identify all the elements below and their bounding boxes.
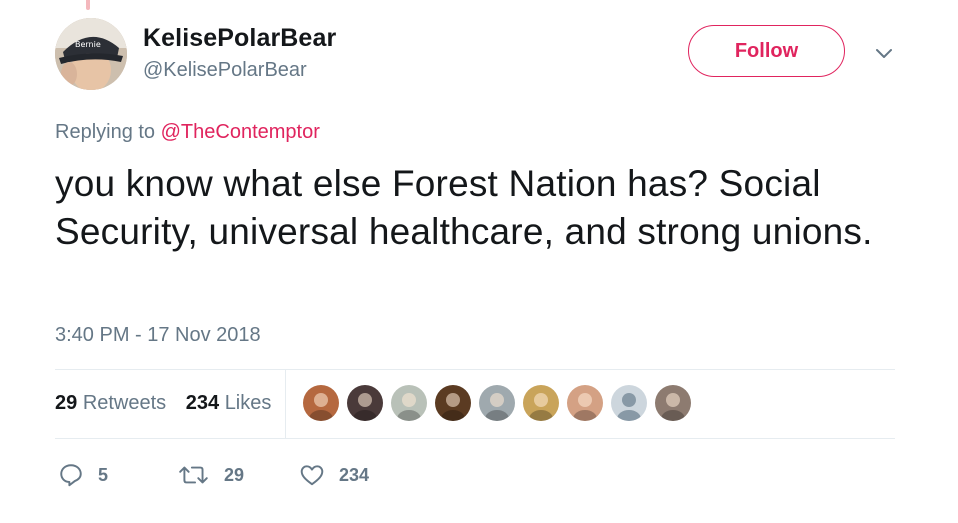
tweet-actions: 5 29 234 bbox=[58, 462, 369, 488]
tweet-stats: 29 Retweets 234 Likes bbox=[55, 392, 285, 415]
stats-divider bbox=[285, 369, 286, 438]
avatar-image: Bernie bbox=[55, 18, 127, 90]
liker-avatar[interactable] bbox=[611, 385, 647, 421]
retweets-stat[interactable]: 29 Retweets bbox=[55, 392, 166, 415]
follow-button[interactable]: Follow bbox=[688, 25, 845, 77]
liker-avatar[interactable] bbox=[567, 385, 603, 421]
divider-top bbox=[55, 369, 895, 370]
replying-to: Replying to @TheContemptor bbox=[55, 121, 320, 144]
liker-avatar[interactable] bbox=[479, 385, 515, 421]
tweet-text: you know what else Forest Nation has? So… bbox=[55, 163, 873, 252]
divider-bottom bbox=[55, 438, 895, 439]
liker-avatar[interactable] bbox=[523, 385, 559, 421]
liker-avatar-image bbox=[617, 393, 641, 421]
reply-mention-link[interactable]: @TheContemptor bbox=[161, 121, 320, 143]
liker-avatar-image bbox=[485, 393, 509, 421]
retweets-label: Retweets bbox=[82, 392, 167, 414]
liker-avatar-image bbox=[529, 393, 553, 421]
likes-label: Likes bbox=[224, 392, 272, 414]
liker-avatar[interactable] bbox=[655, 385, 691, 421]
like-action[interactable]: 234 bbox=[299, 462, 369, 488]
retweet-icon bbox=[179, 466, 208, 484]
chevron-down-icon[interactable] bbox=[872, 42, 896, 66]
reply-icon bbox=[60, 464, 82, 487]
retweet-action[interactable]: 29 bbox=[178, 462, 299, 488]
retweets-count: 29 bbox=[55, 392, 78, 414]
avatar-cap-text: Bernie bbox=[75, 40, 101, 49]
liker-avatar[interactable] bbox=[347, 385, 383, 421]
user-handle[interactable]: @KelisePolarBear bbox=[143, 59, 307, 82]
likes-stat[interactable]: 234 Likes bbox=[186, 392, 272, 415]
liker-avatar[interactable] bbox=[303, 385, 339, 421]
liker-avatar-image bbox=[353, 393, 377, 421]
replying-to-label: Replying to bbox=[55, 121, 156, 143]
liker-avatar[interactable] bbox=[435, 385, 471, 421]
liker-avatar-image bbox=[397, 393, 421, 421]
liker-avatar-image bbox=[309, 393, 333, 421]
liker-avatars bbox=[303, 385, 699, 421]
avatar[interactable]: Bernie bbox=[55, 18, 127, 90]
liker-avatar[interactable] bbox=[391, 385, 427, 421]
top-edge-mark bbox=[86, 0, 90, 10]
likes-count: 234 bbox=[185, 392, 220, 414]
tweet-timestamp[interactable]: 3:40 PM - 17 Nov 2018 bbox=[55, 324, 261, 347]
liker-avatar-image bbox=[661, 393, 685, 421]
reply-action[interactable]: 5 bbox=[58, 462, 178, 488]
liker-avatar-image bbox=[441, 393, 465, 421]
retweet-count: 29 bbox=[224, 464, 245, 485]
liker-avatar-image bbox=[573, 393, 597, 421]
heart-icon bbox=[300, 465, 324, 486]
display-name[interactable]: KelisePolarBear bbox=[143, 24, 336, 53]
reply-count: 5 bbox=[98, 464, 109, 485]
like-count: 234 bbox=[339, 464, 370, 485]
